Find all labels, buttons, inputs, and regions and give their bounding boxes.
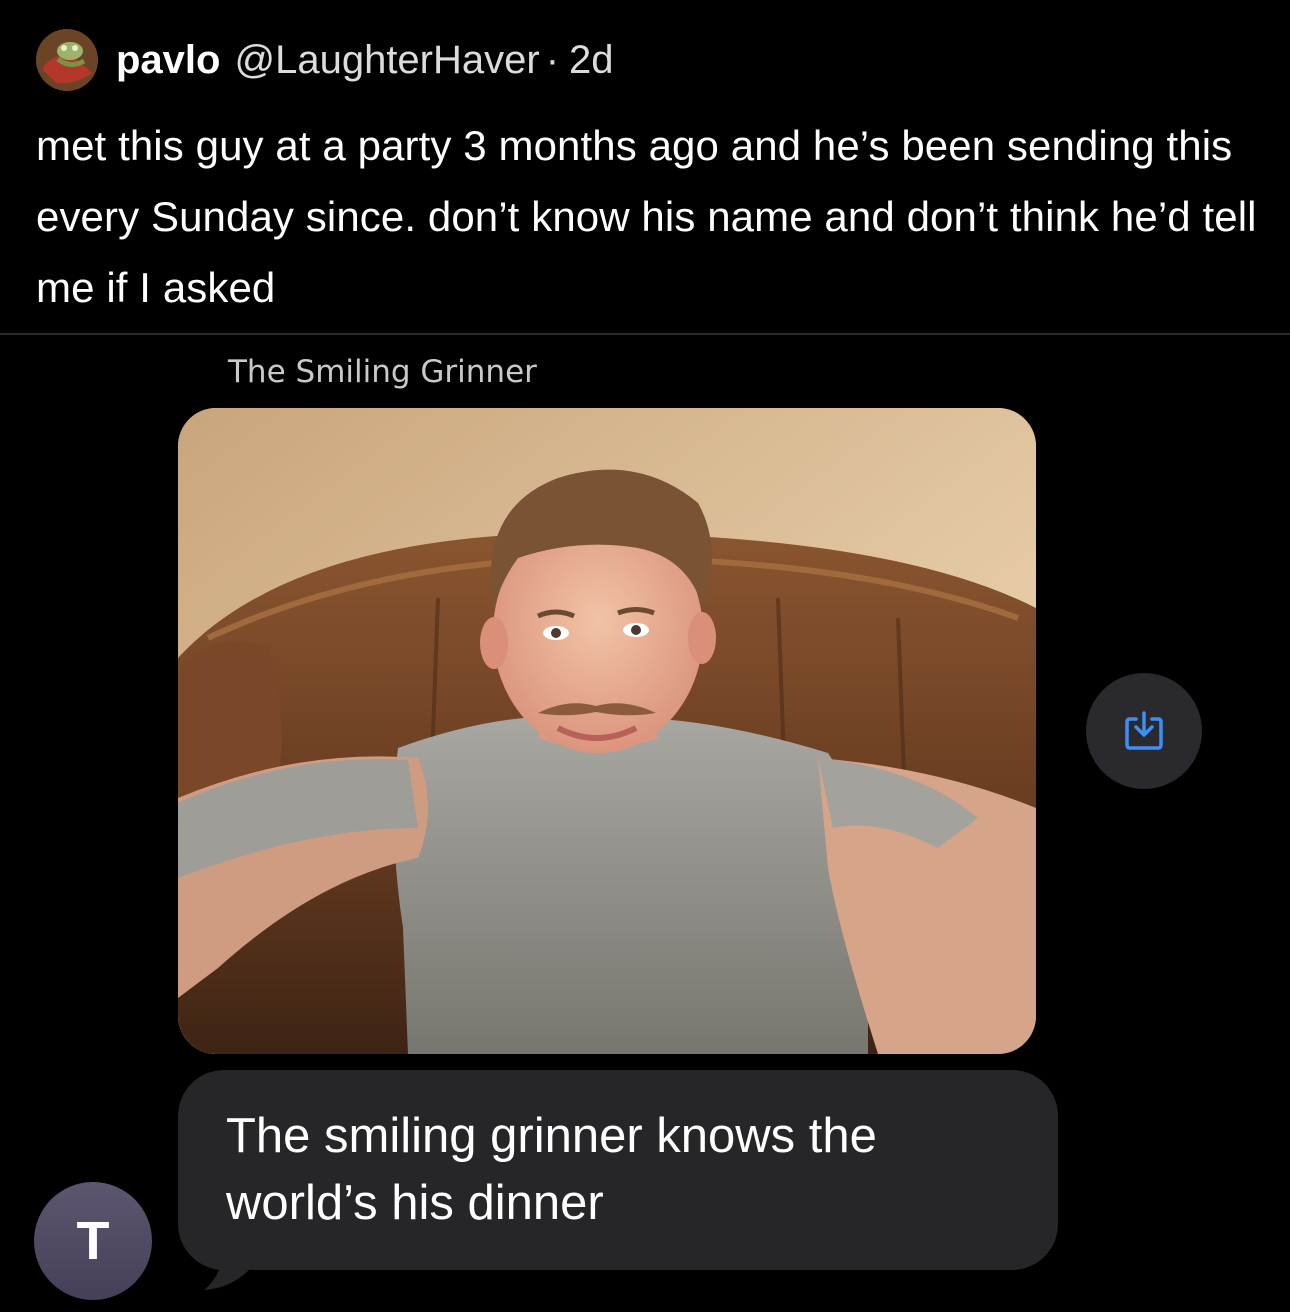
user-avatar[interactable] <box>36 29 98 91</box>
user-handle[interactable]: @LaughterHaver <box>234 38 539 83</box>
tweet-header: pavlo @LaughterHaver · 2d <box>36 29 614 91</box>
sender-name: The Smiling Grinner <box>228 354 537 390</box>
frog-avatar-icon <box>36 29 98 91</box>
bubble-tail <box>204 1232 256 1290</box>
tweet-timestamp[interactable]: 2d <box>569 38 614 83</box>
save-photo-button[interactable] <box>1086 673 1202 789</box>
contact-initial: T <box>76 1211 110 1271</box>
selfie-photo <box>178 408 1036 1054</box>
display-name[interactable]: pavlo <box>116 38 220 83</box>
contact-avatar[interactable]: T <box>34 1182 152 1300</box>
dot-separator: · <box>545 37 560 82</box>
divider <box>0 333 1290 335</box>
selfie-photo-message[interactable] <box>178 408 1036 1054</box>
tweet-text: met this guy at a party 3 months ago and… <box>36 122 1257 311</box>
share-down-arrow-icon <box>1125 711 1163 750</box>
message-text: The smiling grinner knows the world’s hi… <box>226 1109 877 1230</box>
